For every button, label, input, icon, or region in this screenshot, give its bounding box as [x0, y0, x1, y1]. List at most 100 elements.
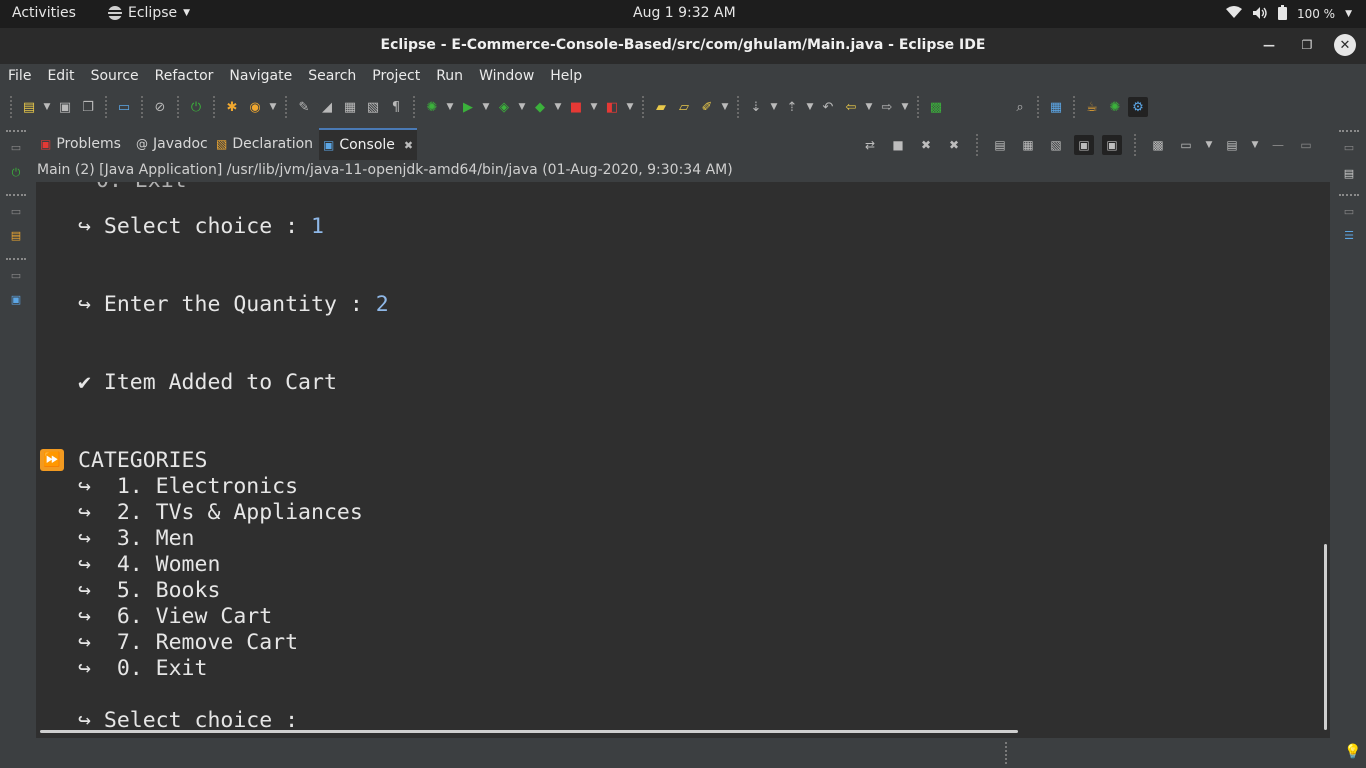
clear-console-icon[interactable]: ▤	[990, 135, 1010, 155]
forward-icon[interactable]: ⇨	[877, 97, 897, 117]
word-wrap-icon[interactable]: ▧	[1046, 135, 1066, 155]
restore-icon[interactable]: ▭	[1342, 140, 1356, 154]
console-output[interactable]: 0. Exit ↪ Select choice : 1 ↪ Enter the …	[36, 182, 1330, 738]
next-annotation-icon[interactable]: ⇣	[746, 97, 766, 117]
restore-icon[interactable]: ▭	[9, 140, 23, 154]
servers-icon[interactable]: ⏻	[9, 166, 23, 180]
chevron-down-icon[interactable]: ▼	[517, 102, 527, 112]
menu-project[interactable]: Project	[372, 64, 420, 90]
scroll-lock-icon[interactable]: ▦	[1018, 135, 1038, 155]
close-button[interactable]: ✕	[1334, 34, 1356, 56]
category-item: ↪ 2. TVs & Appliances	[78, 500, 363, 525]
toggle-mark-icon[interactable]: ✎	[294, 97, 314, 117]
menu-run[interactable]: Run	[436, 64, 463, 90]
horizontal-scrollbar[interactable]	[40, 730, 1018, 733]
toolbar-separator	[737, 96, 739, 118]
run-icon[interactable]: ▶	[458, 97, 478, 117]
save-icon[interactable]: ▣	[55, 97, 75, 117]
run-coverage-icon[interactable]: ◈	[494, 97, 514, 117]
sync-icon[interactable]: ⇄	[860, 135, 880, 155]
chevron-down-icon[interactable]: ▼	[625, 102, 635, 112]
git-perspective-icon[interactable]: ⚙	[1128, 97, 1148, 117]
menu-refactor[interactable]: Refactor	[155, 64, 214, 90]
tab-declaration[interactable]: ▧ Declaration	[212, 128, 317, 160]
remove-launch-icon[interactable]: ✖	[916, 135, 936, 155]
chevron-down-icon[interactable]: ▼	[553, 102, 563, 112]
chevron-down-icon[interactable]: ▼	[42, 102, 52, 112]
chevron-down-icon[interactable]: ▼	[445, 102, 455, 112]
open-perspective-icon[interactable]: ▦	[1046, 97, 1066, 117]
restore-icon[interactable]: ▭	[9, 268, 23, 282]
word-wrap-icon[interactable]: ▧	[363, 97, 383, 117]
system-tray[interactable]: 100 % ▼	[1225, 5, 1352, 23]
display-console-icon[interactable]: ▭	[1176, 135, 1196, 155]
maximize-view-icon[interactable]: ▭	[1296, 135, 1316, 155]
external-tools-icon[interactable]: ◆	[530, 97, 550, 117]
tab-javadoc[interactable]: @ Javadoc	[132, 128, 212, 160]
activities-button[interactable]: Activities	[12, 5, 76, 21]
back-icon[interactable]: ⇦	[841, 97, 861, 117]
close-tab-icon[interactable]: ✖	[404, 139, 413, 152]
show-console-stdout-icon[interactable]: ▣	[1074, 135, 1094, 155]
menu-edit[interactable]: Edit	[47, 64, 74, 90]
search-tool-icon[interactable]: ✐	[697, 97, 717, 117]
save-all-icon[interactable]: ❐	[78, 97, 98, 117]
menu-window[interactable]: Window	[479, 64, 534, 90]
terminate-icon[interactable]: ■	[888, 135, 908, 155]
menu-file[interactable]: File	[8, 64, 31, 90]
chevron-down-icon[interactable]: ▼	[589, 102, 599, 112]
pin-editor-icon[interactable]: ▩	[926, 97, 946, 117]
clock[interactable]: Aug 1 9:32 AM	[633, 5, 736, 21]
skip-breakpoints-icon[interactable]: ⊘	[150, 97, 170, 117]
last-edit-location-icon[interactable]: ↶	[818, 97, 838, 117]
app-menu[interactable]: Eclipse ▼	[108, 5, 190, 21]
show-console-stderr-icon[interactable]: ▣	[1102, 135, 1122, 155]
restore-icon[interactable]: ▭	[1342, 204, 1356, 218]
menu-navigate[interactable]: Navigate	[229, 64, 292, 90]
chevron-down-icon[interactable]: ▼	[864, 102, 874, 112]
debug-icon[interactable]: ✺	[422, 97, 442, 117]
minimize-button[interactable]: —	[1258, 34, 1280, 56]
tab-console[interactable]: ▣ Console ✖	[319, 128, 418, 160]
stop-icon[interactable]: ■	[566, 97, 586, 117]
remove-all-terminated-icon[interactable]: ✖	[944, 135, 964, 155]
open-type-icon[interactable]: ▰	[651, 97, 671, 117]
pin-console-icon[interactable]: ▩	[1148, 135, 1168, 155]
chevron-down-icon[interactable]: ▼	[720, 102, 730, 112]
new-java-project-icon[interactable]: ✱	[222, 97, 242, 117]
open-console-icon[interactable]: ▤	[1222, 135, 1242, 155]
chevron-down-icon[interactable]: ▼	[268, 102, 278, 112]
pen-icon[interactable]: ◢	[317, 97, 337, 117]
search-icon[interactable]: ⌕	[1010, 97, 1030, 117]
editor-icon[interactable]: ▣	[9, 292, 23, 306]
vertical-scrollbar[interactable]	[1324, 544, 1327, 730]
minimize-view-icon[interactable]: —	[1268, 135, 1288, 155]
previous-annotation-icon[interactable]: ⇡	[782, 97, 802, 117]
terminal-icon[interactable]: ▭	[114, 97, 134, 117]
package-explorer-icon[interactable]: ▤	[9, 228, 23, 242]
terminate-icon[interactable]: ◧	[602, 97, 622, 117]
debug-perspective-icon[interactable]: ✺	[1105, 97, 1125, 117]
chevron-down-icon[interactable]: ▼	[1250, 140, 1260, 150]
task-list-icon[interactable]: ▤	[1342, 166, 1356, 180]
maximize-button[interactable]: ❐	[1296, 34, 1318, 56]
outline-icon[interactable]: ☰	[1342, 228, 1356, 242]
lightbulb-icon[interactable]: 💡	[1344, 744, 1361, 760]
tab-problems[interactable]: ▣ Problems	[36, 128, 125, 160]
restore-icon[interactable]: ▭	[9, 204, 23, 218]
block-selection-icon[interactable]: ▦	[340, 97, 360, 117]
show-whitespace-icon[interactable]: ¶	[386, 97, 406, 117]
chevron-down-icon[interactable]: ▼	[481, 102, 491, 112]
new-class-icon[interactable]: ◉	[245, 97, 265, 117]
chevron-down-icon[interactable]: ▼	[900, 102, 910, 112]
new-icon[interactable]: ▤	[19, 97, 39, 117]
menu-help[interactable]: Help	[550, 64, 582, 90]
chevron-down-icon[interactable]: ▼	[769, 102, 779, 112]
chevron-down-icon[interactable]: ▼	[1204, 140, 1214, 150]
power-icon[interactable]: ⏻	[186, 97, 206, 117]
chevron-down-icon[interactable]: ▼	[805, 102, 815, 112]
menu-source[interactable]: Source	[91, 64, 139, 90]
open-task-icon[interactable]: ▱	[674, 97, 694, 117]
java-perspective-icon[interactable]: ☕	[1082, 97, 1102, 117]
menu-search[interactable]: Search	[308, 64, 356, 90]
